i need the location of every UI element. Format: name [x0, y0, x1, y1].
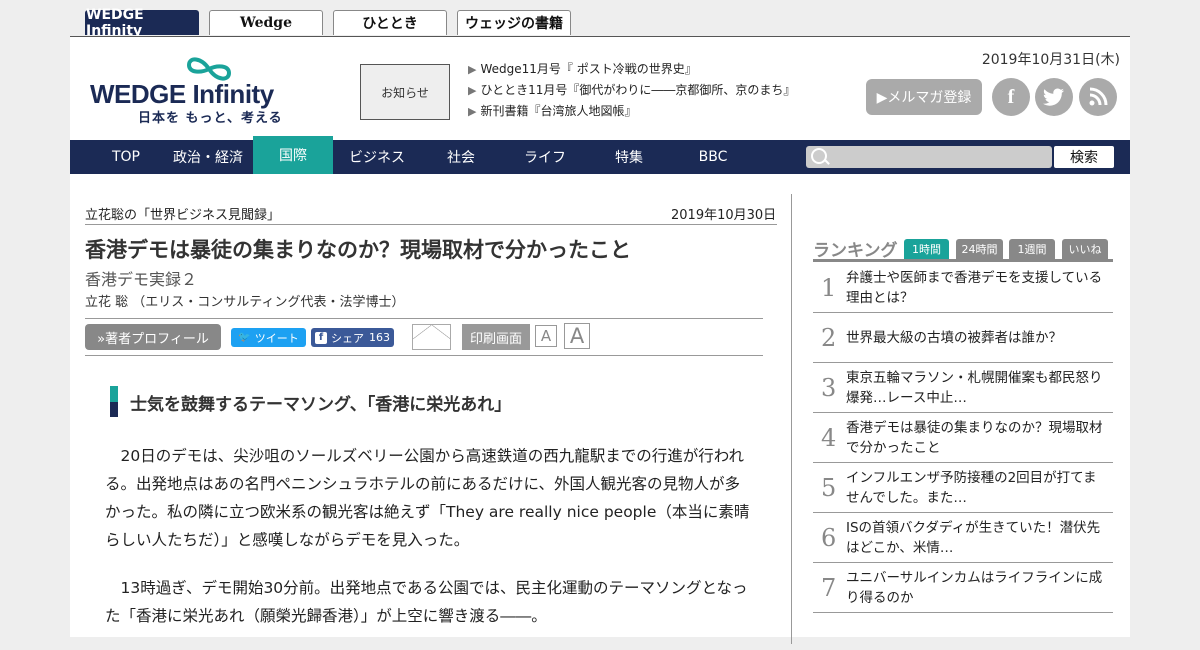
article-date: 2019年10月30日: [671, 208, 777, 223]
logo-text: WEDGE Infinity: [90, 79, 274, 109]
article-paragraph: 20日のデモは、尖沙咀のソールズベリー公園から高速鉄道の西九龍駅までの行進が行わ…: [105, 447, 750, 549]
divider: [85, 355, 763, 356]
newsletter-button[interactable]: ▶メルマガ登録: [866, 79, 982, 115]
site-tab-label: ウェッジの書籍: [465, 16, 563, 32]
site-tab-wedge-infinity[interactable]: WEDGE Infinity: [85, 7, 199, 39]
article-title: 香港デモは暴徒の集まりなのか？現場取材で分かったこと: [85, 238, 631, 262]
ranking-number: 7: [821, 574, 837, 602]
notice-label: お知らせ: [381, 85, 429, 100]
article-author: 立花 聡 （エリス・コンサルティング代表・法学博士）: [85, 295, 405, 310]
ranking-tab-24h[interactable]: 24時間: [956, 239, 1003, 259]
site-tab-label: WEDGE Infinity: [86, 7, 144, 39]
search-button[interactable]: 検索: [1054, 146, 1114, 168]
ranking-item[interactable]: 2 世界最大級の古墳の被葬者は誰か？: [813, 314, 1113, 363]
nav-item-politics[interactable]: 政治・経済: [166, 140, 250, 174]
ranking-title: ランキング: [813, 241, 898, 261]
ranking-item[interactable]: 1 弁護士や医師まで香港デモを支援している理由とは？: [813, 264, 1113, 313]
tweet-label: ツイート: [254, 331, 299, 345]
nav-item-international[interactable]: 国際: [253, 136, 333, 174]
site-tab-hitotoki[interactable]: ひととき: [333, 10, 447, 35]
page-container: WEDGE Infinity 日本を もっと、考える お知らせ Wedge11月…: [70, 36, 1130, 644]
search-icon: [811, 148, 827, 164]
ranking-item[interactable]: 5 インフルエンザ予防接種の2回目が打てませんでした。また…: [813, 464, 1113, 513]
ranking-number: 5: [821, 474, 837, 502]
series-title[interactable]: 立花聡の「世界ビジネス見聞録」: [85, 204, 280, 223]
ranking-link[interactable]: 弁護士や医師まで香港デモを支援している理由とは？: [846, 268, 1108, 308]
ranking-number: 4: [821, 424, 837, 452]
article-subtitle: 香港デモ実録２: [85, 270, 198, 289]
nav-item-feature[interactable]: 特集: [588, 140, 670, 174]
rss-icon[interactable]: [1079, 78, 1117, 116]
ranking-link[interactable]: ユニバーサルインカムはライフラインに成り得るのか: [846, 568, 1108, 608]
facebook-share-button[interactable]: f シェア 163: [311, 328, 394, 347]
nav-item-bbc[interactable]: BBC: [674, 140, 752, 174]
notice-box[interactable]: お知らせ: [360, 64, 450, 120]
ranking-item[interactable]: 6 ISの首領バクダディが生きていた！潜伏先はどこか、米情…: [813, 514, 1113, 563]
author-profile-button[interactable]: »著者プロフィール: [85, 324, 221, 350]
news-link[interactable]: Wedge11月号『 ポスト冷戦の世界史』: [468, 59, 795, 80]
ranking-number: 1: [821, 274, 837, 302]
facebook-icon: f: [315, 331, 327, 344]
facebook-icon[interactable]: f: [992, 78, 1030, 116]
heading-marker: [110, 402, 118, 417]
site-tab-label: Wedge: [240, 15, 292, 31]
ranking-link[interactable]: 世界最大級の古墳の被葬者は誰か？: [846, 328, 1108, 348]
divider: [85, 318, 763, 319]
share-count: 163: [369, 331, 390, 344]
news-link[interactable]: 新刊書籍『台湾旅人地図帳』: [468, 101, 795, 122]
header-news-list: Wedge11月号『 ポスト冷戦の世界史』 ひととき11月号『御代がわりに――京…: [468, 59, 795, 122]
site-header: WEDGE Infinity 日本を もっと、考える お知らせ Wedge11月…: [70, 37, 1130, 140]
ranking-item[interactable]: 7 ユニバーサルインカムはライフラインに成り得るのか: [813, 564, 1113, 613]
ranking-number: 2: [821, 324, 837, 352]
nav-item-top[interactable]: TOP: [90, 140, 162, 174]
print-button[interactable]: 印刷画面: [462, 324, 530, 350]
ranking-number: 6: [821, 524, 837, 552]
share-label: シェア: [331, 331, 364, 345]
mail-icon[interactable]: [412, 324, 451, 350]
ranking-link[interactable]: 香港デモは暴徒の集まりなのか？現場取材で分かったこと: [846, 418, 1108, 458]
section-heading-text: 士気を鼓舞するテーマソング、「香港に栄光あれ」: [130, 395, 512, 415]
site-tab-label: ひととき: [362, 16, 418, 32]
ranking-link[interactable]: インフルエンザ予防接種の2回目が打てませんでした。また…: [846, 468, 1108, 508]
site-logo[interactable]: WEDGE Infinity 日本を もっと、考える: [90, 55, 320, 126]
font-size-small-button[interactable]: A: [535, 325, 557, 347]
ranking-tab-likes[interactable]: いいね: [1062, 239, 1108, 259]
ranking-item[interactable]: 3 東京五輪マラソン・札幌開催案も都民怒り爆発…レース中止…: [813, 364, 1113, 413]
heading-marker: [110, 386, 118, 402]
site-tab-wedge[interactable]: Wedge: [209, 10, 323, 35]
ranking-item[interactable]: 4 香港デモは暴徒の集まりなのか？現場取材で分かったこと: [813, 414, 1113, 463]
nav-item-society[interactable]: 社会: [420, 140, 502, 174]
site-tab-books[interactable]: ウェッジの書籍: [457, 10, 571, 35]
ranking-number: 3: [821, 374, 837, 402]
ranking-tab-1w[interactable]: 1週間: [1009, 239, 1055, 259]
tweet-button[interactable]: 🐦 ツイート: [231, 328, 306, 347]
logo-tagline: 日本を もっと、考える: [138, 111, 283, 126]
twitter-bird-icon: 🐦: [238, 332, 251, 343]
font-size-large-button[interactable]: A: [564, 323, 590, 349]
ranking-link[interactable]: 東京五輪マラソン・札幌開催案も都民怒り爆発…レース中止…: [846, 368, 1108, 408]
nav-item-business[interactable]: ビジネス: [338, 140, 416, 174]
nav-item-life[interactable]: ライフ: [506, 140, 584, 174]
search-input[interactable]: [806, 146, 1052, 168]
twitter-icon[interactable]: [1035, 78, 1073, 116]
article-paragraph: 13時過ぎ、デモ開始30分前。出発地点である公園では、民主化運動のテーマソングと…: [105, 579, 748, 625]
main-nav: TOP 政治・経済 国際 ビジネス 社会 ライフ 特集 BBC 検索: [70, 136, 1130, 174]
ranking-link[interactable]: ISの首領バクダディが生きていた！潜伏先はどこか、米情…: [846, 518, 1108, 558]
article-body: 20日のデモは、尖沙咀のソールズベリー公園から高速鉄道の西九龍駅までの行進が行わ…: [105, 442, 755, 650]
current-date: 2019年10月31日(木): [981, 52, 1120, 68]
ranking-tab-1h[interactable]: 1時間: [904, 239, 949, 259]
column-divider: [791, 194, 792, 644]
news-link[interactable]: ひととき11月号『御代がわりに――京都御所、京のまち』: [468, 80, 795, 101]
ranking-underline: [813, 259, 1113, 262]
divider: [85, 224, 777, 225]
